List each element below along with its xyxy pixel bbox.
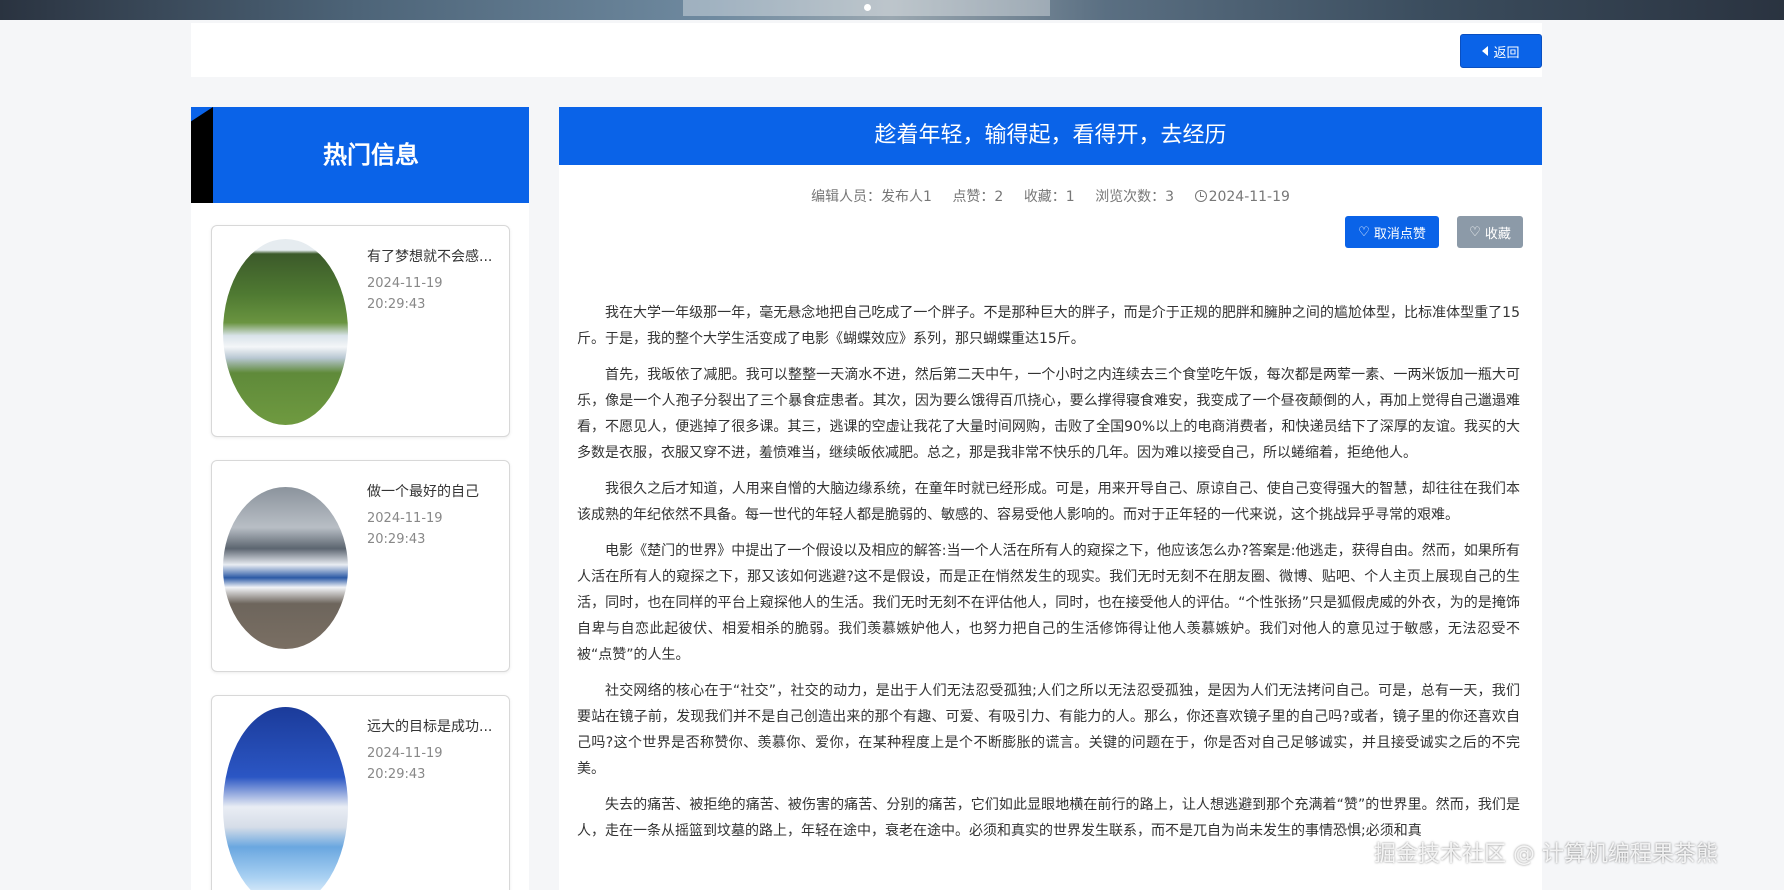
clock-icon [1194,190,1207,202]
article-paragraph: 首先，我皈依了减肥。我可以整整一天滴水不进，然后第二天中午，一个小时之内连续去三… [577,367,1520,461]
header-decoration [191,107,213,203]
hot-item-info: 远大的目标是成功... 2024-11-19 20:29:43 [367,716,502,782]
meta-date-group: 2024-11-19 [1194,189,1290,205]
airplane-image [223,487,348,649]
hot-item-title[interactable]: 远大的目标是成功... [367,716,502,736]
hot-item-title[interactable]: 有了梦想就不会感... [367,246,502,266]
heart-icon: ♡ [1358,224,1370,240]
hot-item-info: 有了梦想就不会感... 2024-11-19 20:29:43 [367,246,502,312]
heart-icon: ♡ [1469,224,1481,240]
hot-item-card[interactable]: 有了梦想就不会感... 2024-11-19 20:29:43 [211,225,510,437]
article-paragraph: 电影《楚门的世界》中提出了一个假设以及相应的解答:当一个人活在所有人的窥探之下，… [577,543,1520,663]
caret-left-icon [1482,46,1489,56]
article-panel: 趁着年轻，输得起，看得开，去经历 编辑人员：发布人1 点赞：2 收藏：1 浏览次… [559,107,1542,890]
article-meta: 编辑人员：发布人1 点赞：2 收藏：1 浏览次数：3 2024-11-19 [559,186,1542,206]
hot-item-title[interactable]: 做一个最好的自己 [367,481,502,501]
carousel-dot[interactable] [864,4,871,11]
hot-item-date: 2024-11-19 [367,746,443,761]
article-paragraph: 社交网络的核心在于“社交”，社交的动力，是出于人们无法忍受孤独;人们之所以无法忍… [577,683,1520,777]
watermark: 掘金技术社区 @ 计算机编程果茶熊 [1374,842,1718,867]
hot-item-thumbnail[interactable] [223,487,348,649]
top-bar: 返回 [191,23,1542,77]
article-paragraph: 我很久之后才知道，人用来自憎的大脑边缘系统，在童年时就已经形成。可是，用来开导自… [577,481,1520,523]
meta-likes: 点赞：2 [952,189,1004,205]
hot-item-time: 20:29:43 [367,767,426,782]
back-button[interactable]: 返回 [1460,34,1542,68]
meta-editor: 编辑人员：发布人1 [811,189,932,205]
hot-item-thumbnail[interactable] [223,239,348,425]
meta-views: 浏览次数：3 [1095,189,1175,205]
hot-item-card[interactable]: 远大的目标是成功... 2024-11-19 20:29:43 [211,695,510,890]
hot-item-date: 2024-11-19 [367,511,443,526]
hot-item-time: 20:29:43 [367,297,426,312]
article-title: 趁着年轻，输得起，看得开，去经历 [559,107,1542,165]
back-label: 返回 [1493,45,1520,61]
favorite-label: 收藏 [1484,226,1511,242]
article-content: 我在大学一年级那一年，毫无悬念地把自己吃成了一个胖子。不是那种巨大的胖子，而是介… [577,300,1520,854]
hot-info-sidebar: 热门信息 有了梦想就不会感... 2024-11-19 20:29:43 做一个… [191,107,529,890]
sidebar-header: 热门信息 [191,107,529,203]
hot-item-info: 做一个最好的自己 2024-11-19 20:29:43 [367,481,502,547]
unlike-label: 取消点赞 [1373,226,1426,242]
hero-banner [0,0,1784,20]
meta-favorites: 收藏：1 [1023,189,1075,205]
unlike-button[interactable]: ♡ 取消点赞 [1345,216,1439,248]
airplane-image [223,239,348,425]
hot-item-thumbnail[interactable] [223,707,348,890]
sidebar-title: 热门信息 [323,141,419,169]
meta-date: 2024-11-19 [1208,189,1290,205]
hot-item-date: 2024-11-19 [367,276,443,291]
airplane-image [223,707,348,890]
hot-item-time: 20:29:43 [367,532,426,547]
favorite-button[interactable]: ♡ 收藏 [1457,216,1523,248]
hot-item-card[interactable]: 做一个最好的自己 2024-11-19 20:29:43 [211,460,510,672]
article-paragraph: 我在大学一年级那一年，毫无悬念地把自己吃成了一个胖子。不是那种巨大的胖子，而是介… [577,305,1520,347]
